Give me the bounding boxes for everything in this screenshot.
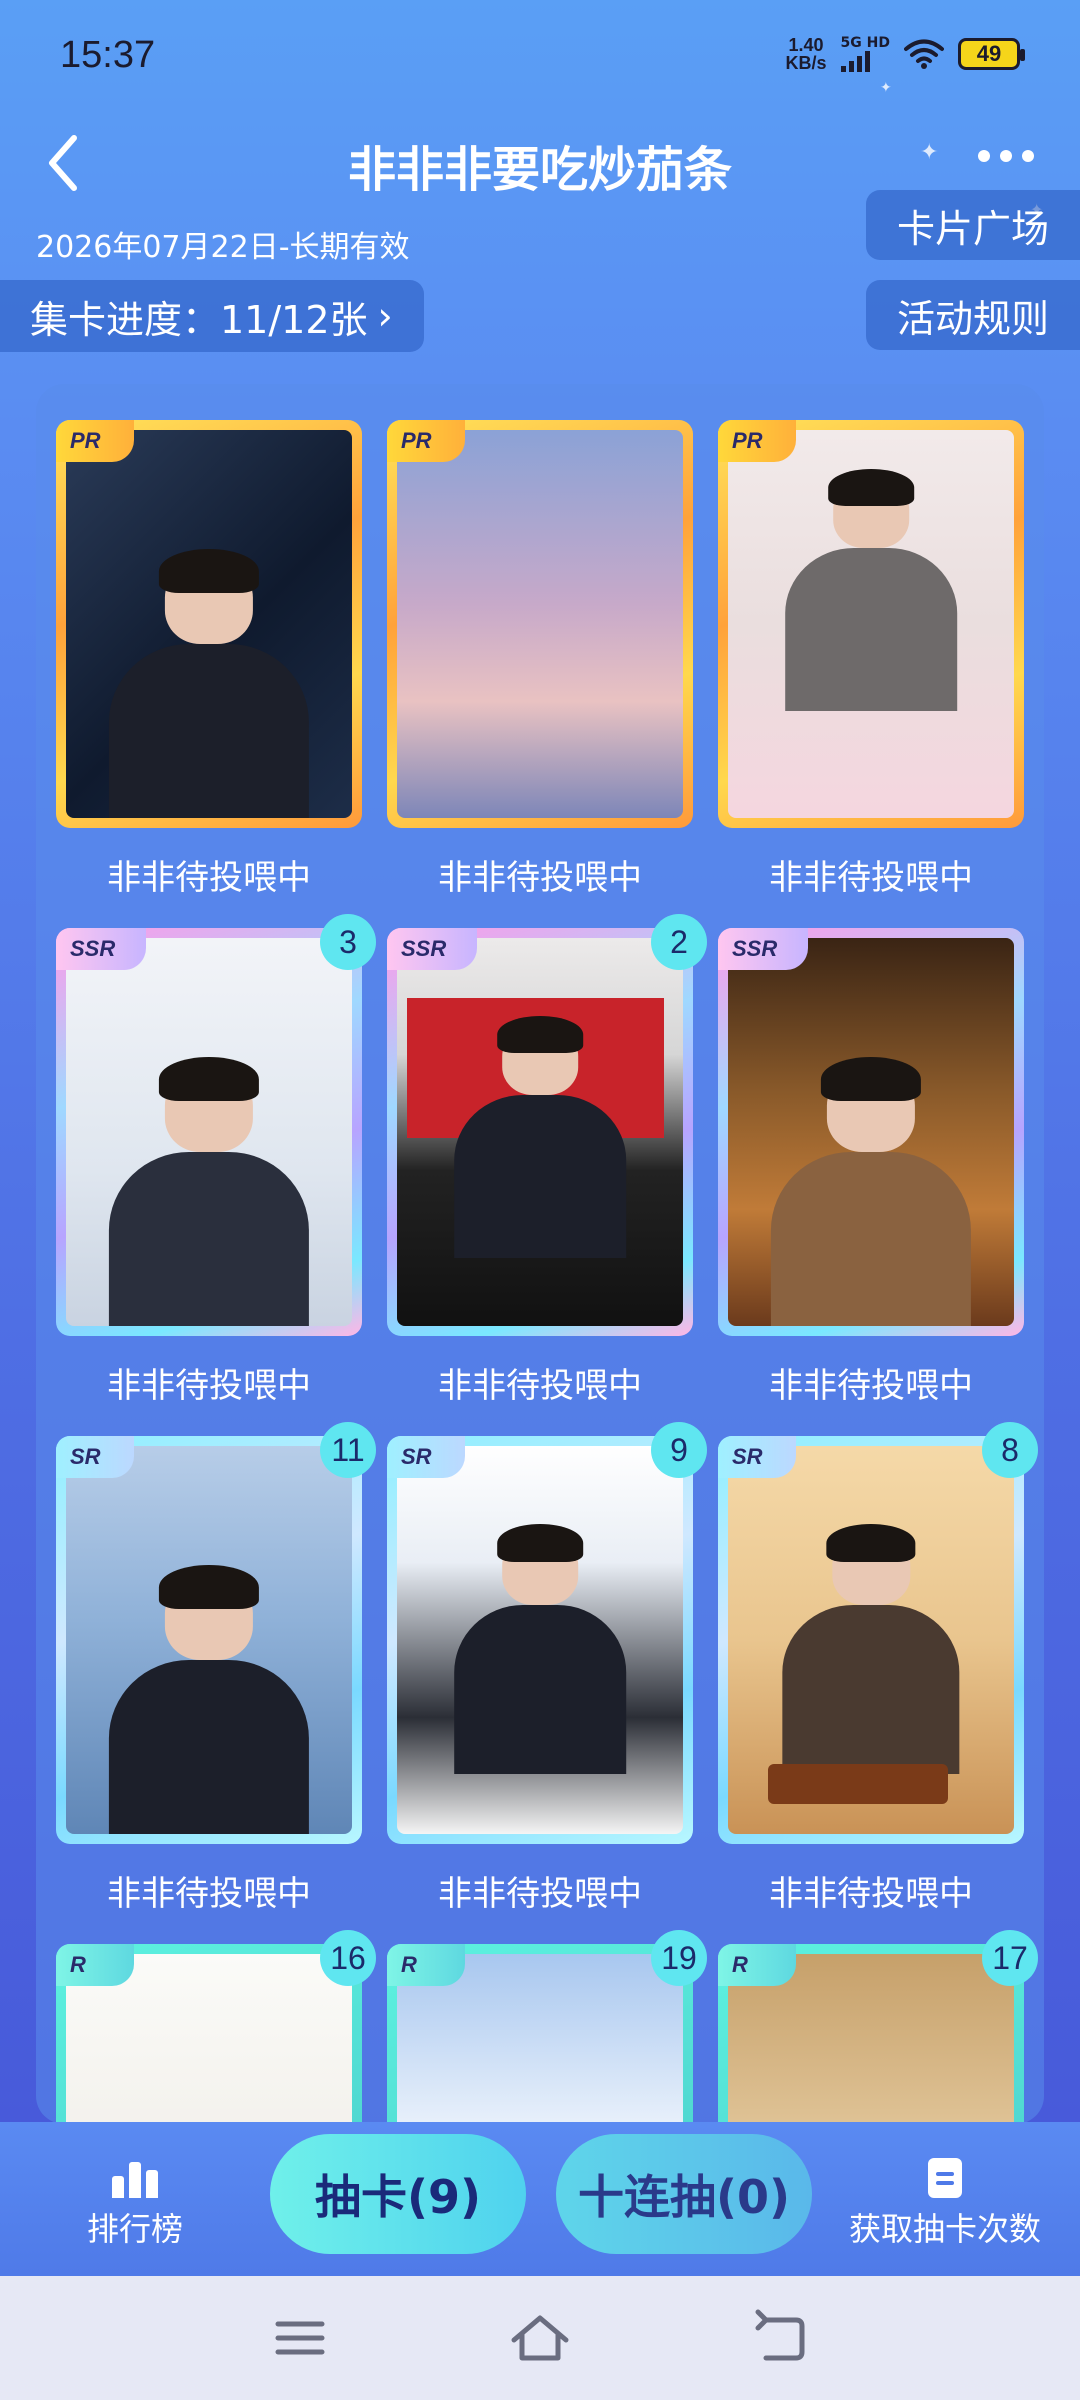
rarity-badge: R (718, 1944, 796, 1986)
action-bar: 排行榜 抽卡(9) 十连抽(0) 获取抽卡次数 (0, 2122, 1080, 2276)
card-frame: R 16 (56, 1930, 376, 2124)
card-item[interactable]: R 16 (56, 1930, 376, 2124)
card-item[interactable]: PR 非非待投喂中 (718, 420, 1024, 899)
rarity-badge: SR (56, 1436, 134, 1478)
card-frame: PR (718, 420, 1024, 828)
leaderboard-button[interactable]: 排行榜 (60, 2158, 210, 2250)
draw-card-button[interactable]: 抽卡(9) (270, 2134, 526, 2254)
card-image (728, 938, 1014, 1326)
ten-draw-button[interactable]: 十连抽(0) (556, 2134, 812, 2254)
rarity-badge: PR (718, 420, 796, 462)
card-item[interactable]: R 17 (718, 1930, 1038, 2124)
rarity-badge: SSR (718, 928, 808, 970)
card-count-badge: 2 (651, 914, 707, 970)
progress-label: 集卡进度：11/12张 (30, 297, 368, 342)
card-count-badge: 9 (651, 1422, 707, 1478)
card-caption: 非非待投喂中 (107, 858, 311, 898)
document-icon (928, 2158, 962, 2198)
activity-rules-button[interactable]: 活动规则 (866, 280, 1080, 350)
card-item[interactable]: SR 11 非非待投喂中 (56, 1422, 376, 1915)
card-caption: 非非待投喂中 (438, 1874, 642, 1914)
card-count-badge: 11 (320, 1422, 376, 1478)
card-count-badge: 19 (651, 1930, 707, 1986)
rarity-badge: R (387, 1944, 465, 1986)
bar-chart-icon (60, 2158, 210, 2198)
network-speed: 1.40 KB/s (785, 35, 827, 73)
card-grid: PR 非非待投喂中 PR 非非待投喂中 PR 非非待投喂中 SSR 3 非非待投… (36, 384, 1044, 2124)
date-range: 2026年07月22日-长期有效 (36, 230, 410, 265)
card-frame: SSR (718, 928, 1024, 1336)
card-frame: R 17 (718, 1930, 1038, 2124)
cell-signal-icon: 5G HD (840, 36, 890, 72)
card-caption: 非非待投喂中 (438, 858, 642, 898)
card-item[interactable]: SSR 2 非非待投喂中 (387, 914, 707, 1407)
rarity-badge: PR (387, 420, 465, 462)
get-draws-label: 获取抽卡次数 (848, 2210, 1041, 2248)
wifi-icon (904, 39, 944, 69)
card-image (397, 938, 683, 1326)
menu-button[interactable] (260, 2306, 340, 2370)
card-count-badge: 3 (320, 914, 376, 970)
leaderboard-label: 排行榜 (86, 2210, 183, 2248)
home-button[interactable] (500, 2306, 580, 2370)
card-item[interactable]: PR 非非待投喂中 (387, 420, 693, 899)
card-caption: 非非待投喂中 (438, 1366, 642, 1406)
card-square-button[interactable]: 卡片广场 (866, 190, 1080, 260)
rarity-badge: SR (718, 1436, 796, 1478)
rarity-badge: SSR (56, 928, 146, 970)
card-frame: SSR 2 (387, 914, 707, 1336)
card-frame: PR (387, 420, 693, 828)
card-count-badge: 16 (320, 1930, 376, 1986)
card-item[interactable]: SSR 非非待投喂中 (718, 928, 1024, 1407)
card-caption: 非非待投喂中 (769, 1366, 973, 1406)
card-frame: SR 9 (387, 1422, 707, 1844)
chevron-right-icon: › (377, 294, 393, 338)
card-image (728, 430, 1014, 818)
card-item[interactable]: SSR 3 非非待投喂中 (56, 914, 376, 1407)
status-bar: 15:37 1.40 KB/s 5G HD 49 (0, 0, 1080, 120)
battery-icon: 49 (958, 38, 1025, 70)
back-nav-button[interactable] (740, 2306, 820, 2370)
card-caption: 非非待投喂中 (107, 1366, 311, 1406)
collection-progress-button[interactable]: 集卡进度：11/12张 › (0, 280, 424, 352)
card-caption: 非非待投喂中 (107, 1874, 311, 1914)
card-frame: SR 11 (56, 1422, 376, 1844)
card-frame: PR (56, 420, 362, 828)
card-count-badge: 8 (982, 1422, 1038, 1478)
card-count-badge: 17 (982, 1930, 1038, 1986)
card-item[interactable]: SR 9 非非待投喂中 (387, 1422, 707, 1915)
card-image (66, 430, 352, 818)
card-image (397, 430, 683, 818)
card-frame: SR 8 (718, 1422, 1038, 1844)
system-nav-bar (0, 2276, 1080, 2400)
more-button[interactable] (978, 150, 1034, 162)
rarity-badge: PR (56, 420, 134, 462)
menu-icon (275, 2321, 325, 2355)
rarity-badge: SSR (387, 928, 477, 970)
home-icon (511, 2315, 569, 2361)
card-item[interactable]: R 19 (387, 1930, 707, 2124)
rarity-badge: SR (387, 1436, 465, 1478)
more-dots-icon (978, 150, 990, 162)
card-item[interactable]: PR 非非待投喂中 (56, 420, 362, 899)
rarity-badge: R (56, 1944, 134, 1986)
card-caption: 非非待投喂中 (769, 858, 973, 898)
back-icon (755, 2309, 805, 2361)
card-image (66, 1446, 352, 1834)
get-draws-button[interactable]: 获取抽卡次数 (840, 2158, 1050, 2250)
card-image (728, 1446, 1014, 1834)
card-image (397, 1446, 683, 1834)
card-caption: 非非待投喂中 (769, 1874, 973, 1914)
status-time: 15:37 (60, 34, 156, 76)
status-indicators: 1.40 KB/s 5G HD 49 (785, 35, 1025, 73)
card-frame: R 19 (387, 1930, 707, 2124)
card-frame: SSR 3 (56, 914, 376, 1336)
card-image (66, 938, 352, 1326)
card-item[interactable]: SR 8 非非待投喂中 (718, 1422, 1038, 1915)
